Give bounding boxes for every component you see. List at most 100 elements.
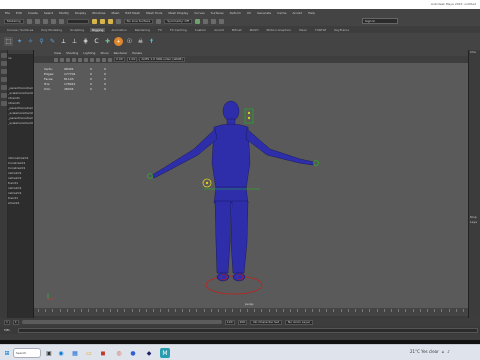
character-set-dropdown[interactable]: No Character Set <box>250 319 283 325</box>
shelf-tab-mash[interactable]: MASH <box>248 28 261 32</box>
paint-weights-icon[interactable]: ✎ <box>48 37 57 46</box>
outliner-item[interactable]: straint1 <box>8 201 33 206</box>
sign-in-button[interactable]: Sign In <box>362 18 398 24</box>
history-icon[interactable] <box>156 19 162 24</box>
viewport-menu-shading[interactable]: Shading <box>66 51 78 55</box>
selection-mask[interactable] <box>66 19 89 24</box>
snap-point-icon[interactable] <box>107 19 113 24</box>
isolate-icon[interactable] <box>96 57 100 62</box>
weather-text[interactable]: 21°C Yes clear <box>410 349 439 354</box>
mel-label[interactable]: MEL <box>4 328 18 332</box>
joint-tool-icon[interactable]: ✦ <box>15 37 24 46</box>
rotate-icon[interactable] <box>1 85 7 90</box>
character-model[interactable] <box>34 63 468 308</box>
locator-icon[interactable]: ✚ <box>103 37 112 46</box>
menu-deform[interactable]: Deform <box>230 11 241 15</box>
snap-surface-icon[interactable] <box>115 19 121 24</box>
shelf-tab-turtle[interactable]: TURTLE <box>313 28 328 32</box>
menu-mesh-tools[interactable]: Mesh Tools <box>146 11 162 15</box>
outliner-item[interactable]: _scaleConstraint1 <box>8 121 33 126</box>
skeleton-icon[interactable]: ⟂ <box>59 37 68 46</box>
snap-curve-icon[interactable] <box>99 19 105 24</box>
undo-icon[interactable] <box>50 19 56 24</box>
lattice-icon[interactable]: ⋕ <box>81 37 90 46</box>
windows-start-icon[interactable]: ⊞ <box>2 348 12 358</box>
control-icon[interactable]: ✝ <box>147 37 156 46</box>
shelf-tab-curves-surfaces[interactable]: Curves / Surfaces <box>5 28 35 32</box>
left-hand-control[interactable] <box>147 173 153 179</box>
store-icon[interactable]: ▦ <box>70 348 80 358</box>
range-slider[interactable] <box>21 320 222 324</box>
new-scene-icon[interactable] <box>26 19 32 24</box>
anim-layer-dropdown[interactable]: No Anim Layer <box>285 319 314 325</box>
shadows-icon[interactable] <box>90 57 94 62</box>
humanik-icon[interactable]: ☉ <box>125 37 134 46</box>
hypershade-icon[interactable] <box>218 19 224 24</box>
move-icon[interactable] <box>1 77 7 82</box>
menu-surfaces[interactable]: Surfaces <box>211 11 224 15</box>
channel-box-row[interactable]: Laye <box>469 220 480 225</box>
menu-edit-mesh[interactable]: Edit Mesh <box>125 11 140 15</box>
render-icon[interactable] <box>194 19 200 24</box>
maya-app-icon[interactable]: M <box>160 348 170 358</box>
menu-create[interactable]: Create <box>28 11 38 15</box>
wireframe-icon[interactable] <box>66 57 70 62</box>
shelf-tab-xgen[interactable]: XGen <box>297 28 309 32</box>
shelf-tab-rendering[interactable]: Rendering <box>133 28 152 32</box>
textured-icon[interactable] <box>78 57 82 62</box>
live-surface-field[interactable]: No Live Surface <box>123 19 154 24</box>
taskbar-search[interactable]: Search <box>13 348 41 358</box>
app-icon[interactable]: ● <box>128 348 138 358</box>
paint-select-icon[interactable] <box>1 69 7 74</box>
ipr-render-icon[interactable] <box>202 19 208 24</box>
symmetry-field[interactable]: Symmetry: Off <box>164 19 192 24</box>
right-hand-control[interactable] <box>313 160 319 166</box>
shelf-tab-animation[interactable]: Animation <box>109 28 128 32</box>
current-frame-field[interactable]: 1 <box>12 319 19 325</box>
shelf-tab-motion-graphics[interactable]: Motion Graphics <box>264 28 292 32</box>
scale-icon[interactable] <box>1 93 7 98</box>
menu-modify[interactable]: Modify <box>59 11 69 15</box>
shelf-tab-custom[interactable]: Custom <box>193 28 209 32</box>
edge-icon[interactable]: ◉ <box>56 348 66 358</box>
shelf-tab-poly-modeling[interactable]: Poly Modeling <box>39 28 64 32</box>
color-space-dropdown[interactable]: ACES 1.0 SDR-video (sRGB) <box>139 57 185 62</box>
range-end-field[interactable]: 200 <box>237 319 248 325</box>
head-control[interactable] <box>244 108 254 124</box>
shelf-tab-sculpting[interactable]: Sculpting <box>68 28 86 32</box>
office-icon[interactable]: ◼ <box>98 348 108 358</box>
shelf-tab-fx[interactable]: FX <box>156 28 164 32</box>
menu-arnold[interactable]: Arnold <box>292 11 302 15</box>
menu-windows[interactable]: Windows <box>92 11 105 15</box>
shelf-tab-rigging[interactable]: Rigging <box>90 27 106 32</box>
menu-mesh-display[interactable]: Mesh Display <box>168 11 188 15</box>
viewport-menu-lighting[interactable]: Lighting <box>83 51 95 55</box>
save-scene-icon[interactable] <box>42 19 48 24</box>
start-frame-field[interactable]: 1 <box>4 319 10 325</box>
shelf-tab-arnold[interactable]: Arnold <box>212 28 226 32</box>
menu-mesh[interactable]: Mesh <box>112 11 120 15</box>
camera-icon[interactable] <box>54 57 58 62</box>
menu-help[interactable]: Help <box>308 11 315 15</box>
skull-icon[interactable]: ☠ <box>136 37 145 46</box>
smooth-shade-icon[interactable] <box>72 57 76 62</box>
ik-handle-icon[interactable]: ✧ <box>26 37 35 46</box>
viewport-menu-renderer[interactable]: Renderer <box>114 51 128 55</box>
render-settings-icon[interactable] <box>210 19 216 24</box>
time-slider[interactable] <box>34 308 468 316</box>
network-icon[interactable]: ⌂ <box>442 349 445 354</box>
menu-curves[interactable]: Curves <box>194 11 204 15</box>
chrome-icon[interactable]: ◎ <box>114 348 124 358</box>
perspective-viewport[interactable]: Verts: 98491 0 0 Edges: 177704 0 0 Faces: 81103 0 0… <box>34 63 468 308</box>
shelf-tab-bifrost[interactable]: Bifrost <box>230 28 244 32</box>
grid-icon[interactable] <box>60 57 64 62</box>
bind-skin-icon[interactable]: ⚲ <box>37 37 46 46</box>
open-scene-icon[interactable] <box>34 19 40 24</box>
last-tool-icon[interactable] <box>1 101 7 106</box>
lights-icon[interactable] <box>84 57 88 62</box>
bone-icon[interactable]: ⊥ <box>70 37 79 46</box>
joint-orient-icon[interactable]: + <box>114 37 123 46</box>
lasso-icon[interactable] <box>1 61 7 66</box>
outliner-menu[interactable] <box>8 50 33 54</box>
shelf-tab-fx-caching[interactable]: FX Caching <box>168 28 189 32</box>
